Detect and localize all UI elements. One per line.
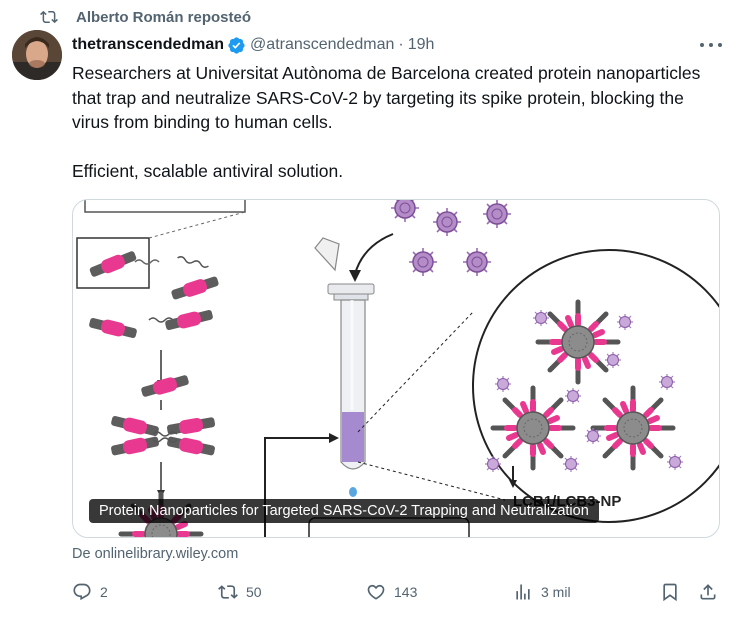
post-text: Researchers at Universitat Autònoma de B… bbox=[72, 61, 712, 184]
reply-icon bbox=[73, 583, 91, 601]
post-paragraph: Researchers at Universitat Autònoma de B… bbox=[72, 63, 706, 132]
verified-badge-icon bbox=[228, 36, 245, 54]
bookmark-button[interactable] bbox=[660, 578, 680, 606]
author-handle[interactable]: @atranscendedman bbox=[250, 36, 394, 54]
author-name[interactable]: thetranscendedman bbox=[72, 36, 224, 54]
media-image[interactable]: LCB1/LCB3-NP Protein Nanoparticles for T… bbox=[72, 199, 720, 538]
views-chart-icon bbox=[516, 584, 530, 600]
views-count: 3 mil bbox=[541, 584, 571, 600]
like-count: 143 bbox=[394, 584, 418, 600]
more-options-button[interactable] bbox=[700, 35, 722, 55]
like-button[interactable]: 143 bbox=[366, 578, 417, 606]
more-dot bbox=[718, 43, 722, 47]
reply-button[interactable]: 2 bbox=[72, 578, 108, 606]
bookmark-icon bbox=[663, 583, 677, 602]
more-dot bbox=[700, 43, 704, 47]
figure-illustration: LCB1/LCB3-NP bbox=[76, 200, 719, 537]
reply-count: 2 bbox=[100, 584, 108, 600]
repost-icon bbox=[40, 10, 58, 24]
action-bar: 2 50 143 3 mil bbox=[72, 578, 722, 606]
link-source[interactable]: De onlinelibrary.wiley.com bbox=[72, 546, 238, 562]
repost-icon bbox=[218, 585, 238, 599]
post-timestamp[interactable]: 19h bbox=[408, 36, 435, 54]
avatar[interactable] bbox=[12, 30, 62, 80]
heart-icon bbox=[367, 584, 385, 600]
repost-button[interactable]: 50 bbox=[218, 578, 262, 606]
post-header: thetranscendedman @atranscendedman · 19h bbox=[72, 34, 728, 56]
views-button[interactable]: 3 mil bbox=[513, 578, 571, 606]
media-caption: Protein Nanoparticles for Targeted SARS-… bbox=[89, 499, 599, 523]
share-button[interactable] bbox=[698, 578, 718, 606]
repost-indicator[interactable]: Alberto Román reposteó bbox=[40, 6, 251, 28]
separator-dot: · bbox=[398, 36, 404, 53]
more-dot bbox=[709, 43, 713, 47]
repost-label: Alberto Román reposteó bbox=[76, 8, 252, 26]
repost-count: 50 bbox=[246, 584, 262, 600]
share-icon bbox=[700, 584, 716, 600]
avatar-image bbox=[12, 30, 62, 80]
post-paragraph: Efficient, scalable antiviral solution. bbox=[72, 161, 344, 181]
